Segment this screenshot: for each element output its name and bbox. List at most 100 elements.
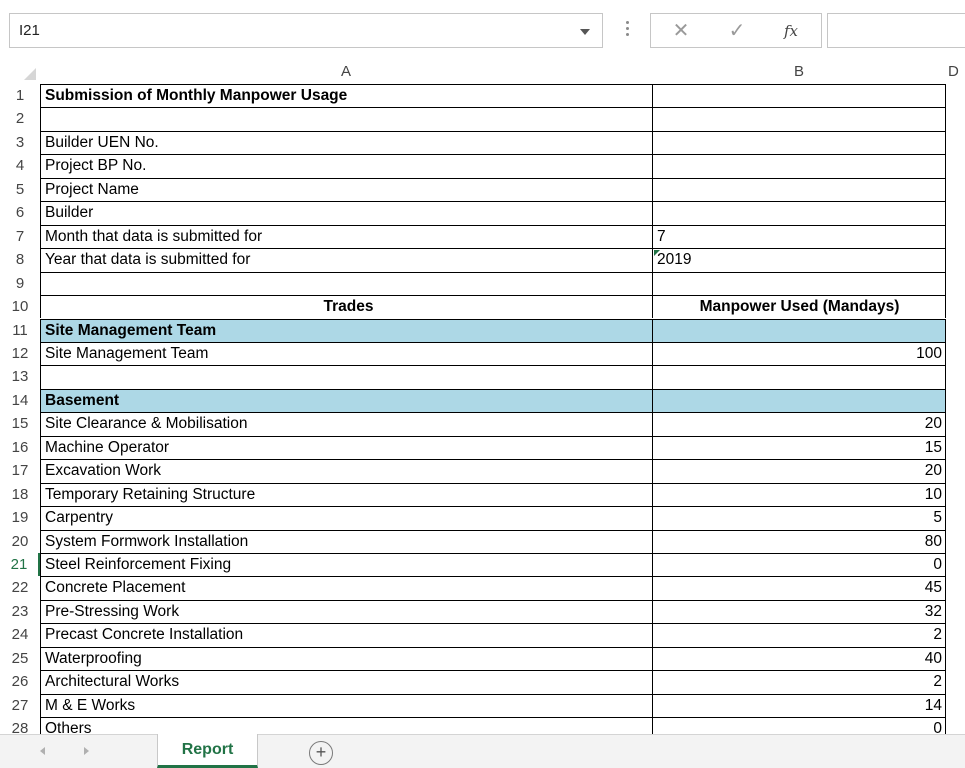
cell-b8[interactable]: 2019 <box>652 248 946 272</box>
more-options-icon[interactable] <box>622 19 632 39</box>
row-header[interactable]: 15 <box>0 412 40 435</box>
row-header[interactable]: 10 <box>0 295 40 318</box>
cell-a1[interactable]: Submission of Monthly Manpower Usage <box>40 84 652 108</box>
row-header[interactable]: 5 <box>0 178 40 201</box>
row-header[interactable]: 24 <box>0 623 40 646</box>
cell-b13[interactable] <box>652 365 946 389</box>
cell-b1[interactable] <box>652 84 946 108</box>
name-box[interactable]: I21 <box>9 13 603 48</box>
cell-b14[interactable] <box>652 388 946 413</box>
row-header[interactable]: 18 <box>0 483 40 506</box>
row-header[interactable]: 27 <box>0 694 40 717</box>
cell-b11[interactable] <box>652 318 946 342</box>
cell-b25[interactable]: 40 <box>652 646 946 671</box>
cell-a8[interactable]: Year that data is submitted for <box>40 248 652 272</box>
cell-b26[interactable]: 2 <box>652 670 946 694</box>
row-header[interactable]: 25 <box>0 647 40 670</box>
cell-b16[interactable]: 15 <box>652 435 946 460</box>
row-header[interactable]: 2 <box>0 107 40 130</box>
cancel-icon[interactable]: ✕ <box>667 18 695 44</box>
cell-a12[interactable]: Site Management Team <box>40 341 652 366</box>
cell-a23[interactable]: Pre-Stressing Work <box>40 599 652 624</box>
row-header[interactable]: 9 <box>0 272 40 295</box>
cell-b9[interactable] <box>652 271 946 296</box>
cell-a20[interactable]: System Formwork Installation <box>40 529 652 553</box>
chevron-down-icon[interactable] <box>580 29 590 35</box>
row-header[interactable]: 17 <box>0 459 40 482</box>
cell-a7[interactable]: Month that data is submitted for <box>40 224 652 249</box>
name-box-value[interactable]: I21 <box>19 22 40 39</box>
cell-b6[interactable] <box>652 201 946 225</box>
formula-input[interactable] <box>827 13 965 48</box>
cell-b7[interactable]: 7 <box>652 224 946 249</box>
cell-b17[interactable]: 20 <box>652 459 946 483</box>
cell-b18[interactable]: 10 <box>652 482 946 507</box>
row-header[interactable]: 20 <box>0 530 40 553</box>
cell-a24[interactable]: Precast Concrete Installation <box>40 623 652 647</box>
enter-icon[interactable]: ✓ <box>723 18 751 44</box>
cell-b2[interactable] <box>652 107 946 131</box>
row-header[interactable]: 6 <box>0 201 40 224</box>
cell-a26[interactable]: Architectural Works <box>40 670 652 694</box>
cell-b23[interactable]: 32 <box>652 599 946 624</box>
row-header[interactable]: 13 <box>0 365 40 388</box>
error-indicator-icon[interactable] <box>654 250 660 257</box>
row-header[interactable]: 23 <box>0 600 40 623</box>
select-all-icon[interactable] <box>24 68 36 80</box>
row-header[interactable]: 3 <box>0 131 40 154</box>
cell-a16[interactable]: Machine Operator <box>40 435 652 460</box>
cell-b28[interactable]: 0 <box>652 717 946 734</box>
cell-b5[interactable] <box>652 177 946 202</box>
cell-a15[interactable]: Site Clearance & Mobilisation <box>40 412 652 436</box>
scroll-tabs-right-icon[interactable] <box>84 744 96 758</box>
row-header[interactable]: 7 <box>0 225 40 248</box>
row-header[interactable]: 21 <box>0 553 40 577</box>
cell-b12[interactable]: 100 <box>652 341 946 366</box>
cell-b15[interactable]: 20 <box>652 412 946 436</box>
cell-b4[interactable] <box>652 154 946 178</box>
row-header[interactable]: 16 <box>0 436 40 459</box>
cell-a4[interactable]: Project BP No. <box>40 154 652 178</box>
cell-a5[interactable]: Project Name <box>40 177 652 202</box>
column-header-b[interactable]: B <box>652 60 946 84</box>
cell-a13[interactable] <box>40 365 652 389</box>
add-sheet-icon[interactable]: + <box>309 741 333 765</box>
cell-a9[interactable] <box>40 271 652 296</box>
cell-a18[interactable]: Temporary Retaining Structure <box>40 482 652 507</box>
cell-b20[interactable]: 80 <box>652 529 946 553</box>
cell-b22[interactable]: 45 <box>652 576 946 600</box>
column-header-a[interactable]: A <box>40 60 652 84</box>
row-header[interactable]: 28 <box>0 717 40 734</box>
cell-a14[interactable]: Basement <box>40 388 652 413</box>
row-header[interactable]: 22 <box>0 576 40 599</box>
row-header[interactable]: 14 <box>0 389 40 412</box>
insert-function-icon[interactable]: fx <box>777 18 805 44</box>
cell-a2[interactable] <box>40 107 652 131</box>
cell-a27[interactable]: M & E Works <box>40 693 652 718</box>
cell-b19[interactable]: 5 <box>652 506 946 530</box>
cell-b21[interactable]: 0 <box>652 553 946 577</box>
row-header[interactable]: 4 <box>0 154 40 177</box>
cell-a21[interactable]: Steel Reinforcement Fixing <box>40 553 652 577</box>
select-all-button[interactable] <box>0 60 40 84</box>
sheet-tab-report[interactable]: Report <box>157 734 258 768</box>
cell-b3[interactable] <box>652 130 946 155</box>
cell-a10[interactable]: Trades <box>40 295 652 319</box>
scroll-tabs-left-icon[interactable] <box>40 744 52 758</box>
row-header[interactable]: 19 <box>0 506 40 529</box>
cell-a19[interactable]: Carpentry <box>40 506 652 530</box>
cell-a17[interactable]: Excavation Work <box>40 459 652 483</box>
column-header-d[interactable]: D <box>946 60 965 84</box>
cell-a22[interactable]: Concrete Placement <box>40 576 652 600</box>
cell-a6[interactable]: Builder <box>40 201 652 225</box>
row-header[interactable]: 1 <box>0 84 40 107</box>
row-header[interactable]: 12 <box>0 342 40 365</box>
row-header[interactable]: 11 <box>0 319 40 342</box>
row-header[interactable]: 26 <box>0 670 40 693</box>
cell-a28[interactable]: Others <box>40 717 652 734</box>
cell-a3[interactable]: Builder UEN No. <box>40 130 652 155</box>
cell-b27[interactable]: 14 <box>652 693 946 718</box>
cell-a25[interactable]: Waterproofing <box>40 646 652 671</box>
row-header[interactable]: 8 <box>0 248 40 271</box>
cell-b24[interactable]: 2 <box>652 623 946 647</box>
